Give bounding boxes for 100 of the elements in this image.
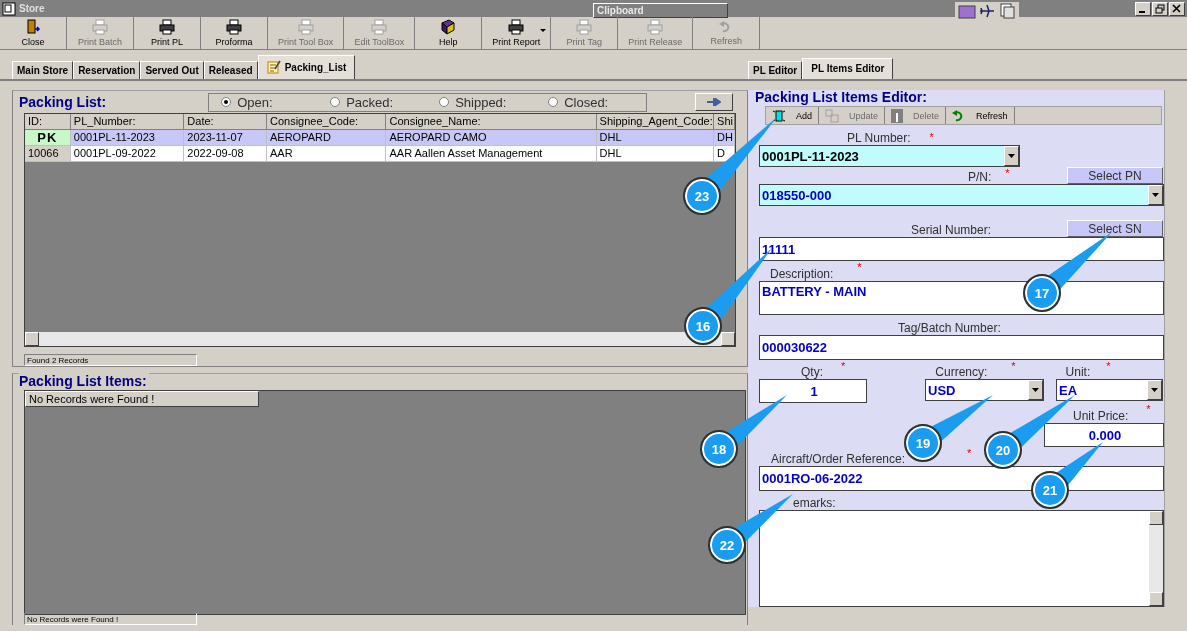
toolbar-button[interactable]: Help xyxy=(415,17,483,49)
radio-label[interactable]: Packed: xyxy=(346,94,394,110)
field-label: Unit Price: xyxy=(1073,409,1129,423)
tab[interactable]: PL Editor xyxy=(748,61,803,79)
input-field[interactable]: 000030622 xyxy=(759,335,1164,360)
tab[interactable]: Served Out xyxy=(140,61,204,79)
toolbar-button[interactable]: Print Report xyxy=(482,17,552,49)
tab[interactable]: Released xyxy=(203,61,258,79)
table-cell: D xyxy=(714,146,735,162)
required-mark: * xyxy=(929,131,934,143)
airplane-icon[interactable] xyxy=(978,3,996,19)
radio-label[interactable]: Shipped: xyxy=(455,94,507,110)
new-document-icon xyxy=(772,108,786,123)
radio-button[interactable] xyxy=(330,97,341,107)
caret-icon[interactable] xyxy=(540,29,547,32)
field-label: Currency: xyxy=(935,365,988,379)
required-mark: * xyxy=(1146,403,1151,415)
column-header[interactable]: ID: xyxy=(25,114,71,130)
column-header[interactable]: Shi xyxy=(714,114,735,130)
documents-icon[interactable] xyxy=(998,3,1016,19)
table-row[interactable]: PK 0001PL-11-2023 2023-11-07 AEROPARD AEROPARD CAMO DHL DH xyxy=(25,130,735,146)
field-label: emarks: xyxy=(793,496,836,510)
radio-button[interactable] xyxy=(439,97,450,107)
toolbar-button[interactable]: Print PL xyxy=(134,17,201,49)
section-title: Packing List Items: xyxy=(19,373,149,389)
required-mark: * xyxy=(967,447,972,459)
input-field[interactable]: 1 xyxy=(759,379,867,403)
toolbar-button[interactable]: Close xyxy=(0,17,67,49)
table-cell: DHL xyxy=(596,130,715,146)
field-label: Unit: xyxy=(1065,365,1091,379)
printer-icon xyxy=(226,19,242,35)
input-field[interactable]: 018550-000 xyxy=(759,184,1164,206)
tab[interactable]: Main Store xyxy=(12,61,74,79)
dropdown-button[interactable] xyxy=(1147,380,1162,400)
radio-label[interactable]: Closed: xyxy=(564,94,609,110)
field-label: Description: xyxy=(770,267,834,281)
printer-icon xyxy=(92,19,108,35)
table-cell: DHL xyxy=(596,146,715,162)
input-field[interactable]: 11111 xyxy=(759,237,1164,261)
dropdown-field[interactable]: USD xyxy=(925,379,1044,401)
required-mark: * xyxy=(841,360,846,372)
column-header[interactable]: PL_Number: xyxy=(70,114,185,130)
input-field[interactable]: 0001PL-11-2023 xyxy=(759,145,1020,167)
printer-icon xyxy=(647,19,664,35)
field-label: PL Number: xyxy=(847,131,911,145)
field-label: P/N: xyxy=(968,170,992,184)
required-mark: * xyxy=(1005,167,1010,179)
tab[interactable]: Reservation xyxy=(73,61,141,79)
arrow-icon xyxy=(707,98,722,106)
column-header[interactable]: Shipping_Agent_Code: xyxy=(596,114,715,130)
table-cell: AAR Aallen Asset Management xyxy=(386,146,597,162)
required-mark: * xyxy=(1011,360,1016,372)
caret-icon xyxy=(1151,388,1158,392)
input-field[interactable]: 0.000 xyxy=(1044,423,1164,447)
radio-button[interactable] xyxy=(221,97,232,107)
table-cell: AAR xyxy=(267,146,387,162)
dropdown-field[interactable]: EA xyxy=(1056,379,1163,401)
printer-icon xyxy=(159,19,175,35)
remarks-field[interactable] xyxy=(759,510,1164,607)
app-icon xyxy=(2,1,16,16)
dropdown-button[interactable] xyxy=(1028,380,1043,400)
close-icon[interactable] xyxy=(1169,2,1185,16)
notepad-icon xyxy=(266,60,281,74)
column-header[interactable]: Date: xyxy=(184,114,267,130)
folder-icon[interactable] xyxy=(958,3,976,19)
column-header[interactable]: Consignee_Code: xyxy=(267,114,387,130)
table-cell: AEROPARD xyxy=(266,130,387,146)
table-cell: 0001PL-11-2023 xyxy=(70,130,185,146)
scroll-left-button[interactable] xyxy=(25,332,39,346)
dropdown-button[interactable] xyxy=(1004,146,1019,166)
radio-button[interactable] xyxy=(548,97,559,107)
toolbar-button[interactable]: Proforma xyxy=(201,17,268,49)
record-count: No Records were Found ! xyxy=(24,613,197,625)
dropdown-button[interactable] xyxy=(1148,185,1163,205)
tab[interactable]: Packing_List xyxy=(257,55,356,79)
table-row[interactable]: 10066 0001PL-09-2022 2022-09-08 AAR AAR Aallen Asset Management DHL D xyxy=(25,146,735,162)
vertical-scrollbar[interactable] xyxy=(1149,511,1163,606)
caret-icon xyxy=(1008,154,1015,158)
radio-label[interactable]: Open: xyxy=(237,94,273,110)
toolbar-button[interactable]: Refresh xyxy=(946,107,1015,124)
tab[interactable]: PL Items Editor xyxy=(802,58,894,79)
field-label: Qty: xyxy=(801,365,823,379)
required-mark: * xyxy=(1106,360,1111,372)
table-cell: DH xyxy=(714,130,735,146)
delete-icon xyxy=(891,108,904,123)
restore-icon[interactable] xyxy=(1152,2,1168,16)
window-title: Store xyxy=(19,3,45,14)
table-cell: 0001PL-09-2022 xyxy=(70,146,185,162)
go-button[interactable] xyxy=(695,93,734,111)
table-cell: 2022-09-08 xyxy=(184,146,267,162)
select-button[interactable]: Select PN xyxy=(1067,167,1163,184)
status-badge: PK xyxy=(25,130,71,146)
table-cell: AEROPARD CAMO xyxy=(386,130,597,146)
scroll-right-button[interactable] xyxy=(721,332,735,346)
minimize-icon[interactable] xyxy=(1135,2,1151,16)
select-button[interactable]: Select SN xyxy=(1067,220,1163,237)
clipboard-window-title: Clipboard xyxy=(593,3,728,18)
empty-message: No Records were Found ! xyxy=(25,391,259,407)
column-header[interactable]: Consignee_Name: xyxy=(386,114,597,130)
printer-icon xyxy=(576,19,593,35)
